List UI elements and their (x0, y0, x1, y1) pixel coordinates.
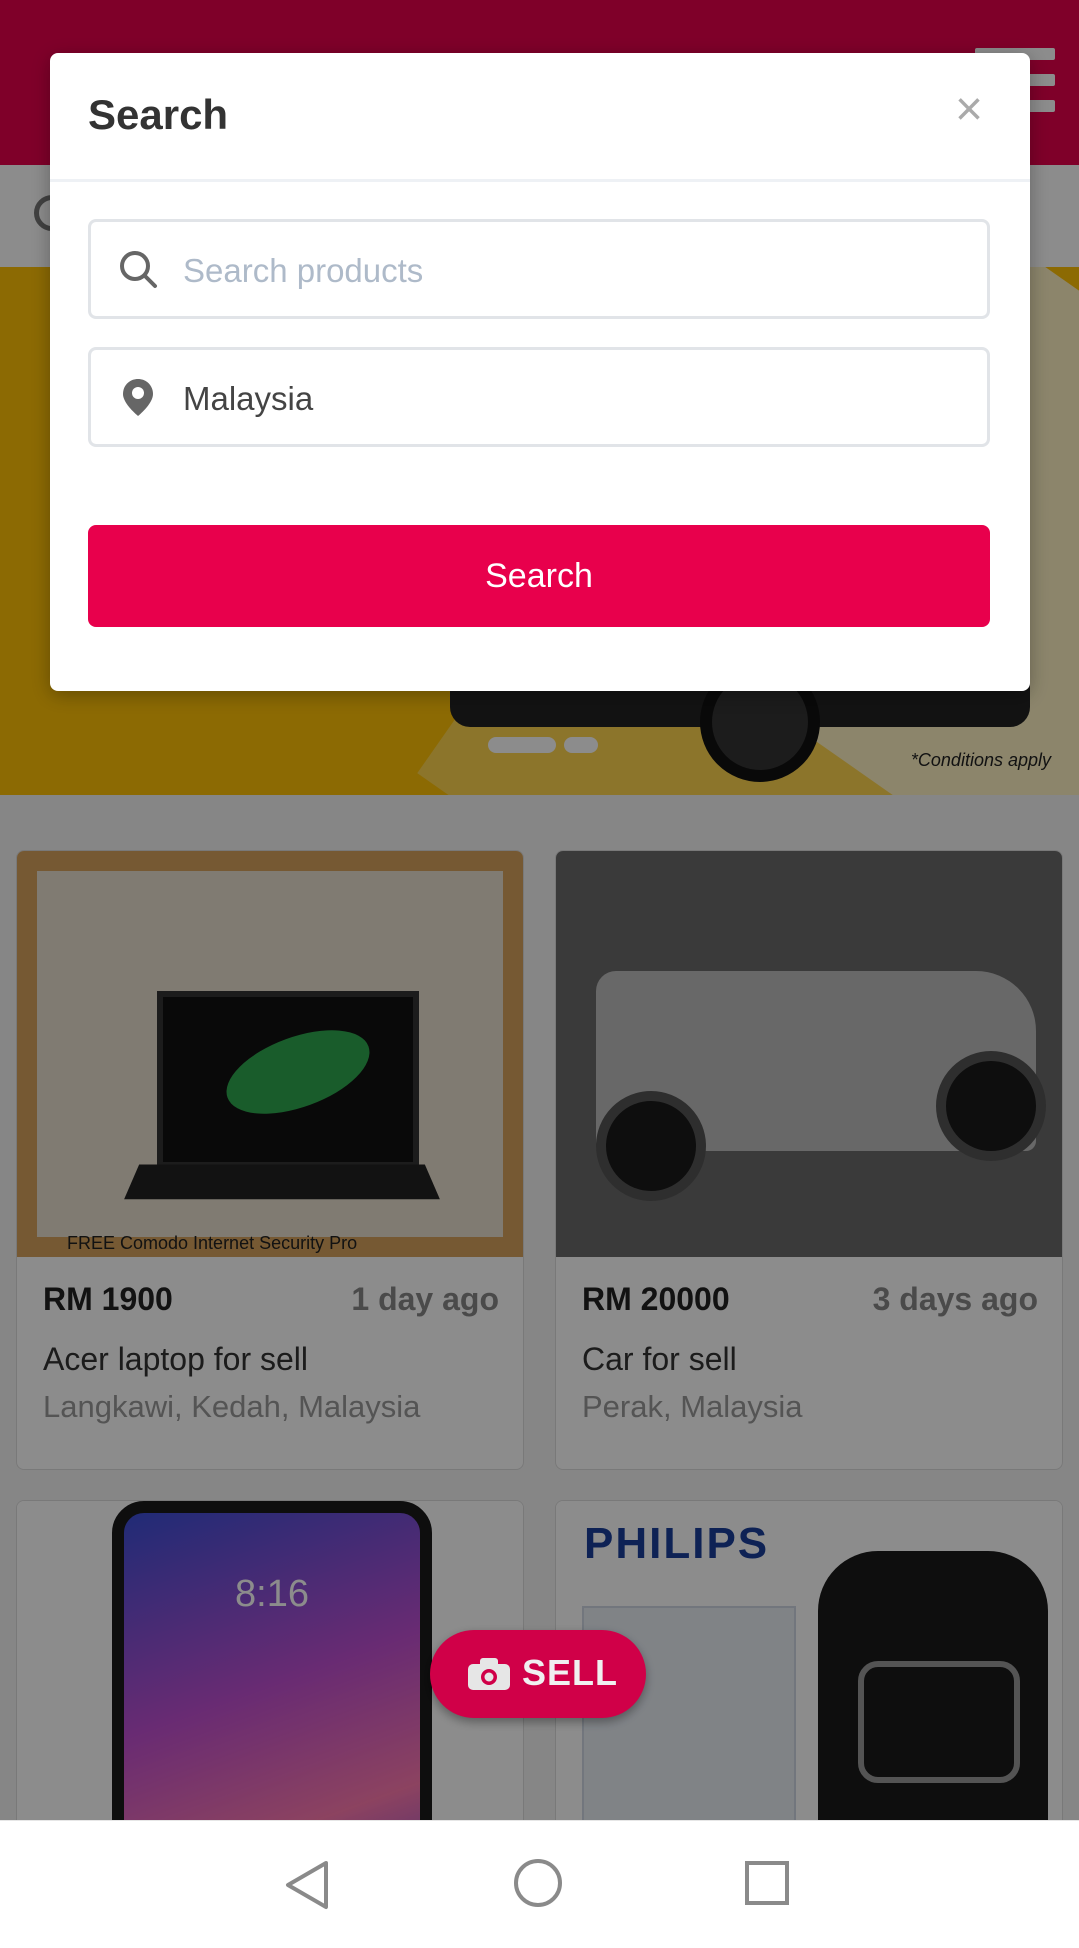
search-button[interactable]: Search (88, 525, 990, 627)
location-pin-icon (123, 379, 153, 416)
search-input[interactable] (181, 242, 965, 300)
recent-apps-icon[interactable] (745, 1861, 789, 1905)
location-input-wrapper[interactable] (88, 347, 990, 447)
sell-button[interactable]: SELL (430, 1630, 646, 1718)
modal-header: Search × (50, 53, 1030, 182)
location-input[interactable] (181, 370, 965, 428)
camera-icon (468, 1658, 510, 1690)
sell-button-label: SELL (522, 1652, 619, 1693)
modal-title: Search (88, 91, 229, 138)
search-modal: Search × Search (50, 53, 1030, 691)
search-input-wrapper[interactable] (88, 219, 990, 319)
system-nav-bar (0, 1820, 1079, 1948)
back-icon[interactable] (282, 1859, 332, 1911)
close-icon[interactable]: × (944, 85, 994, 135)
search-icon (120, 251, 157, 288)
home-icon[interactable] (514, 1859, 562, 1907)
